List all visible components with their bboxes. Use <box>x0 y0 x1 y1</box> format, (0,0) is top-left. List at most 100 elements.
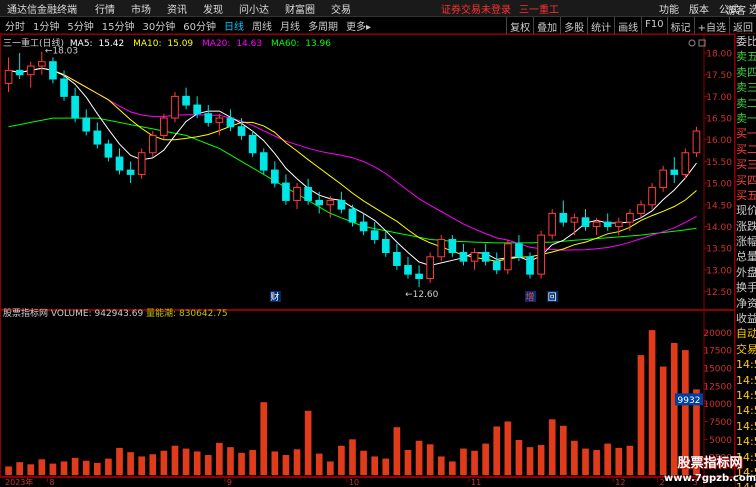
volume-bar <box>449 461 456 475</box>
candle-body <box>282 182 290 201</box>
price-tick-label: 14.00 <box>706 223 732 233</box>
candle-body <box>60 78 68 97</box>
candle-body <box>137 152 146 175</box>
tool-statistics[interactable]: 统计 <box>587 17 614 34</box>
candle-body <box>659 169 667 188</box>
quote-label: 买五 <box>736 188 756 202</box>
volume-bar <box>271 451 279 475</box>
period-timeshare[interactable]: 分时 <box>2 18 28 33</box>
period-multi[interactable]: 多周期 <box>305 18 341 33</box>
candle-body <box>370 230 379 240</box>
menu-edition[interactable]: 版本 <box>689 1 709 16</box>
candle-body <box>193 104 201 115</box>
ma10-label: MA10: <box>133 39 162 49</box>
volume-bar <box>82 460 90 475</box>
candle-body <box>293 186 301 201</box>
period-daily[interactable]: 日线 <box>221 18 247 33</box>
volume-bar <box>116 447 123 475</box>
title-bar: 通达信金融终端 行情 市场 资讯 发现 问小达 财富圈 交易 证券交易未登录 三… <box>0 0 756 17</box>
volume-bar <box>637 355 645 475</box>
candle-body <box>526 256 534 275</box>
volume-bar <box>615 447 623 475</box>
candle-body <box>470 251 479 262</box>
candle-body <box>148 134 157 154</box>
volume-tick-label: 5000 <box>709 436 732 446</box>
volume-bar <box>537 445 545 475</box>
volume-bars: 9932 <box>5 330 703 475</box>
volume-bar <box>16 462 23 475</box>
period-1min[interactable]: 1分钟 <box>30 18 62 33</box>
menu-news[interactable]: 资讯 <box>167 1 187 16</box>
quote-label: 卖一 <box>736 111 756 125</box>
quote-label: 净资 <box>736 296 756 310</box>
volume-bar <box>571 440 578 475</box>
volume-cursor-tag: 9932 <box>678 396 701 406</box>
volume-value: 942943.69 <box>94 309 144 319</box>
menu-trade[interactable]: 交易 <box>331 1 351 16</box>
candle-body <box>26 65 35 76</box>
volume-bar <box>27 464 35 475</box>
period-15min[interactable]: 15分钟 <box>99 18 138 33</box>
volume-bar <box>648 330 656 475</box>
candle-body <box>426 256 434 279</box>
period-monthly[interactable]: 月线 <box>277 18 303 33</box>
volume-tick-label: 12500 <box>703 382 732 392</box>
candles <box>4 51 701 288</box>
finance-tag: 财 <box>270 291 279 303</box>
menu-quotes[interactable]: 行情 <box>95 1 115 16</box>
period-more[interactable]: 更多▸ <box>343 18 374 33</box>
menu-assistant[interactable]: 问小达 <box>239 1 269 16</box>
tool-adjust[interactable]: 复权 <box>506 17 533 34</box>
period-30min[interactable]: 30分钟 <box>139 18 178 33</box>
tool-overlay[interactable]: 叠加 <box>533 17 560 34</box>
menu-market[interactable]: 市场 <box>131 1 151 16</box>
quote-label: 交易 <box>736 342 756 356</box>
period-5min[interactable]: 5分钟 <box>64 18 96 33</box>
chart-axes: 18.00 17.50 17.00 16.50 16.00 15.50 15.00 14.50… <box>5 39 732 487</box>
tool-mark[interactable]: 标记 <box>666 17 694 34</box>
tool-multi-stock[interactable]: 多股 <box>560 17 587 34</box>
tool-back[interactable]: 返回 <box>729 17 756 34</box>
price-panel-border <box>0 34 735 310</box>
period-weekly[interactable]: 周线 <box>249 18 275 33</box>
candle-body <box>326 199 335 206</box>
guest-account[interactable]: 游客 <box>726 2 746 17</box>
quote-label: 卖五 <box>736 50 756 64</box>
quote-label: 卖三 <box>736 81 756 95</box>
volume-bar <box>149 454 157 475</box>
candle-body <box>692 130 701 154</box>
app-name: 通达信金融终端 <box>7 4 77 16</box>
volume-bar <box>604 443 612 475</box>
volume-tick-label: 17500 <box>703 347 732 357</box>
trade-login-warning[interactable]: 证券交易未登录 <box>441 1 511 16</box>
volume-bar <box>160 450 168 475</box>
volume-indicator-title: 股票指标网 <box>3 309 49 319</box>
menu-options[interactable]: 选项 <box>749 1 756 16</box>
price-tick-label: 17.50 <box>706 71 732 81</box>
low-price-marker: ←12.60 <box>405 290 439 300</box>
quote-panel[interactable]: 委比 卖五 卖四 卖三 卖二 卖一 买一 买二 买三 买四 买五 现价 涨跌 涨幅 总量 外盘 换手 净资 收益 自动… <box>735 34 756 487</box>
menu-wealth[interactable]: 财富圈 <box>285 1 315 16</box>
candle-body <box>515 243 523 258</box>
ma20-value: 14.63 <box>236 39 263 49</box>
volume-bar <box>593 450 600 475</box>
candle-body <box>648 186 656 206</box>
period-60min[interactable]: 60分钟 <box>180 18 219 33</box>
watermark-title: 股票指标网 <box>677 456 743 471</box>
menu-discover[interactable]: 发现 <box>203 1 223 16</box>
tool-add-watchlist[interactable]: +自选 <box>693 17 729 34</box>
volume-bar <box>71 457 79 475</box>
volume-tick-label: 20000 <box>703 329 732 339</box>
candle-body <box>271 169 279 184</box>
kline-chart[interactable]: ←18.03←12.60财增回 9932 18.0017.5017.0016.5… <box>0 34 735 487</box>
menu-function[interactable]: 功能 <box>659 1 679 16</box>
time-tick-label: 11 <box>471 478 481 487</box>
tool-draw-line[interactable]: 画线 <box>614 17 641 34</box>
ma-lines <box>8 67 697 267</box>
volume-tick-label: 10000 <box>703 400 732 410</box>
volume-bar <box>460 448 467 475</box>
tool-f10[interactable]: F10 <box>641 17 666 34</box>
candle-body <box>614 221 623 227</box>
volume-tick-label: 15000 <box>703 364 732 374</box>
candle-body <box>670 169 679 175</box>
